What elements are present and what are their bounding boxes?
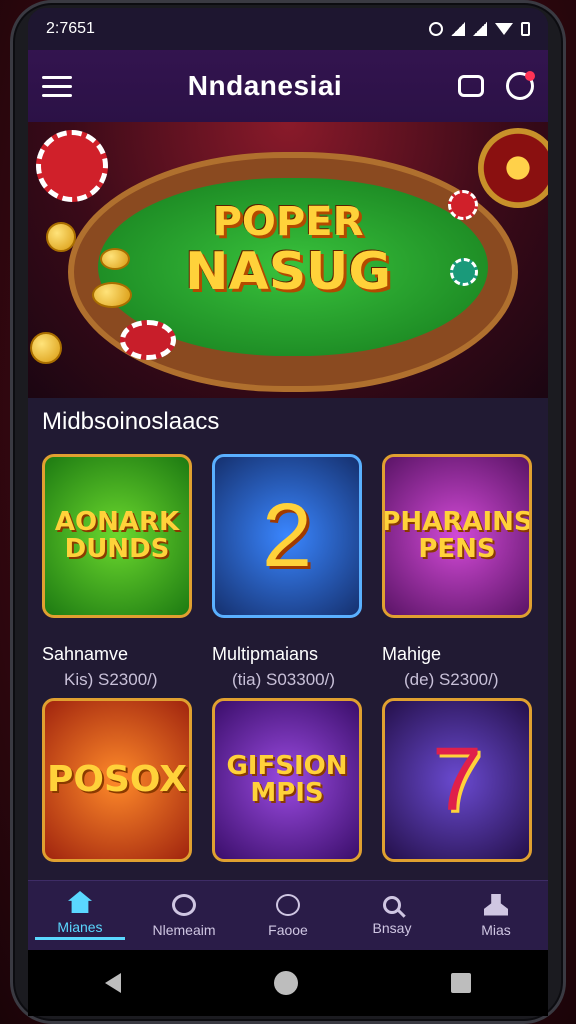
game-subtitle: (de) S2300/) — [404, 670, 499, 689]
nav-label: Mianes — [57, 919, 103, 935]
search-icon — [383, 895, 401, 914]
nav-label: Mias — [481, 921, 511, 938]
app-header: Nndanesiai — [28, 50, 548, 122]
hero-title: POPER NASUG — [28, 202, 548, 298]
battery-icon — [521, 22, 530, 36]
game-subtitle: (tia) S03300/) — [232, 670, 335, 689]
home-icon — [68, 891, 92, 913]
game-art-label: AONARK DUNDS — [54, 506, 180, 564]
hero-title-line1: POPER — [212, 199, 364, 245]
game-name: Sahnamve — [42, 644, 129, 664]
game-art-label: GIFSION MPIS — [226, 750, 348, 808]
game-tile[interactable]: AONARK DUNDS — [42, 454, 192, 618]
app-screen: 2:7651 Nndanesiai POPER NASUG Midbsoinos… — [28, 8, 548, 1016]
nav-item-search[interactable]: Bnsay — [347, 895, 437, 936]
signal-icon-2 — [473, 22, 487, 36]
section-title: Midbsoinoslaacs — [42, 408, 220, 435]
nav-item-games[interactable]: Nlemeaim — [139, 893, 229, 938]
game-art-label: POSOX — [47, 759, 187, 801]
game-tile[interactable]: 2 — [212, 454, 362, 618]
system-nav-bar — [28, 950, 548, 1016]
status-bar: 2:7651 — [28, 8, 548, 50]
recents-icon[interactable] — [451, 973, 472, 993]
bottom-nav: Mianes Nlemeaim Faooe Bnsay Mias — [28, 880, 548, 950]
wifi-icon — [495, 23, 513, 35]
games-icon — [172, 893, 196, 916]
nav-label: Nlemeaim — [152, 921, 216, 938]
alarm-icon — [429, 22, 443, 36]
menu-icon[interactable] — [42, 75, 72, 97]
coin-icon — [30, 332, 62, 364]
game-art-label: 2 — [261, 485, 313, 586]
game-art-label: 7 — [431, 729, 483, 830]
game-tile[interactable]: 7 — [382, 698, 532, 862]
game-name: Mahige — [382, 644, 442, 664]
back-icon[interactable] — [104, 973, 121, 993]
game-subtitle: Kis) S2300/) — [64, 670, 158, 689]
signal-icon — [451, 22, 465, 36]
game-tile[interactable]: POSOX — [42, 698, 192, 862]
user-icon — [484, 893, 508, 916]
promo-icon[interactable] — [457, 75, 484, 97]
chip-icon — [36, 130, 108, 202]
nav-item-favorites[interactable]: Faooe — [243, 893, 333, 938]
hero-title-line2: NASUG — [184, 242, 392, 302]
favorites-icon — [276, 893, 300, 916]
game-name: Multipmaians — [212, 644, 319, 664]
nav-item-home[interactable]: Mianes — [35, 891, 125, 940]
game-tile[interactable]: PHARAINS PENS — [382, 454, 532, 618]
nav-item-profile[interactable]: Mias — [451, 893, 541, 938]
nav-label: Faooe — [268, 921, 308, 938]
hero-banner[interactable]: POPER NASUG — [28, 122, 548, 398]
nav-label: Bnsay — [372, 919, 412, 936]
game-tile[interactable]: GIFSION MPIS — [212, 698, 362, 862]
chip-icon — [120, 320, 176, 360]
app-title: Nndanesiai — [187, 70, 343, 101]
notification-icon[interactable] — [505, 71, 535, 100]
roulette-wheel-icon — [478, 128, 548, 208]
home-button-icon[interactable] — [273, 971, 298, 995]
game-art-label: PHARAINS PENS — [382, 506, 532, 564]
status-time: 2:7651 — [46, 20, 95, 37]
